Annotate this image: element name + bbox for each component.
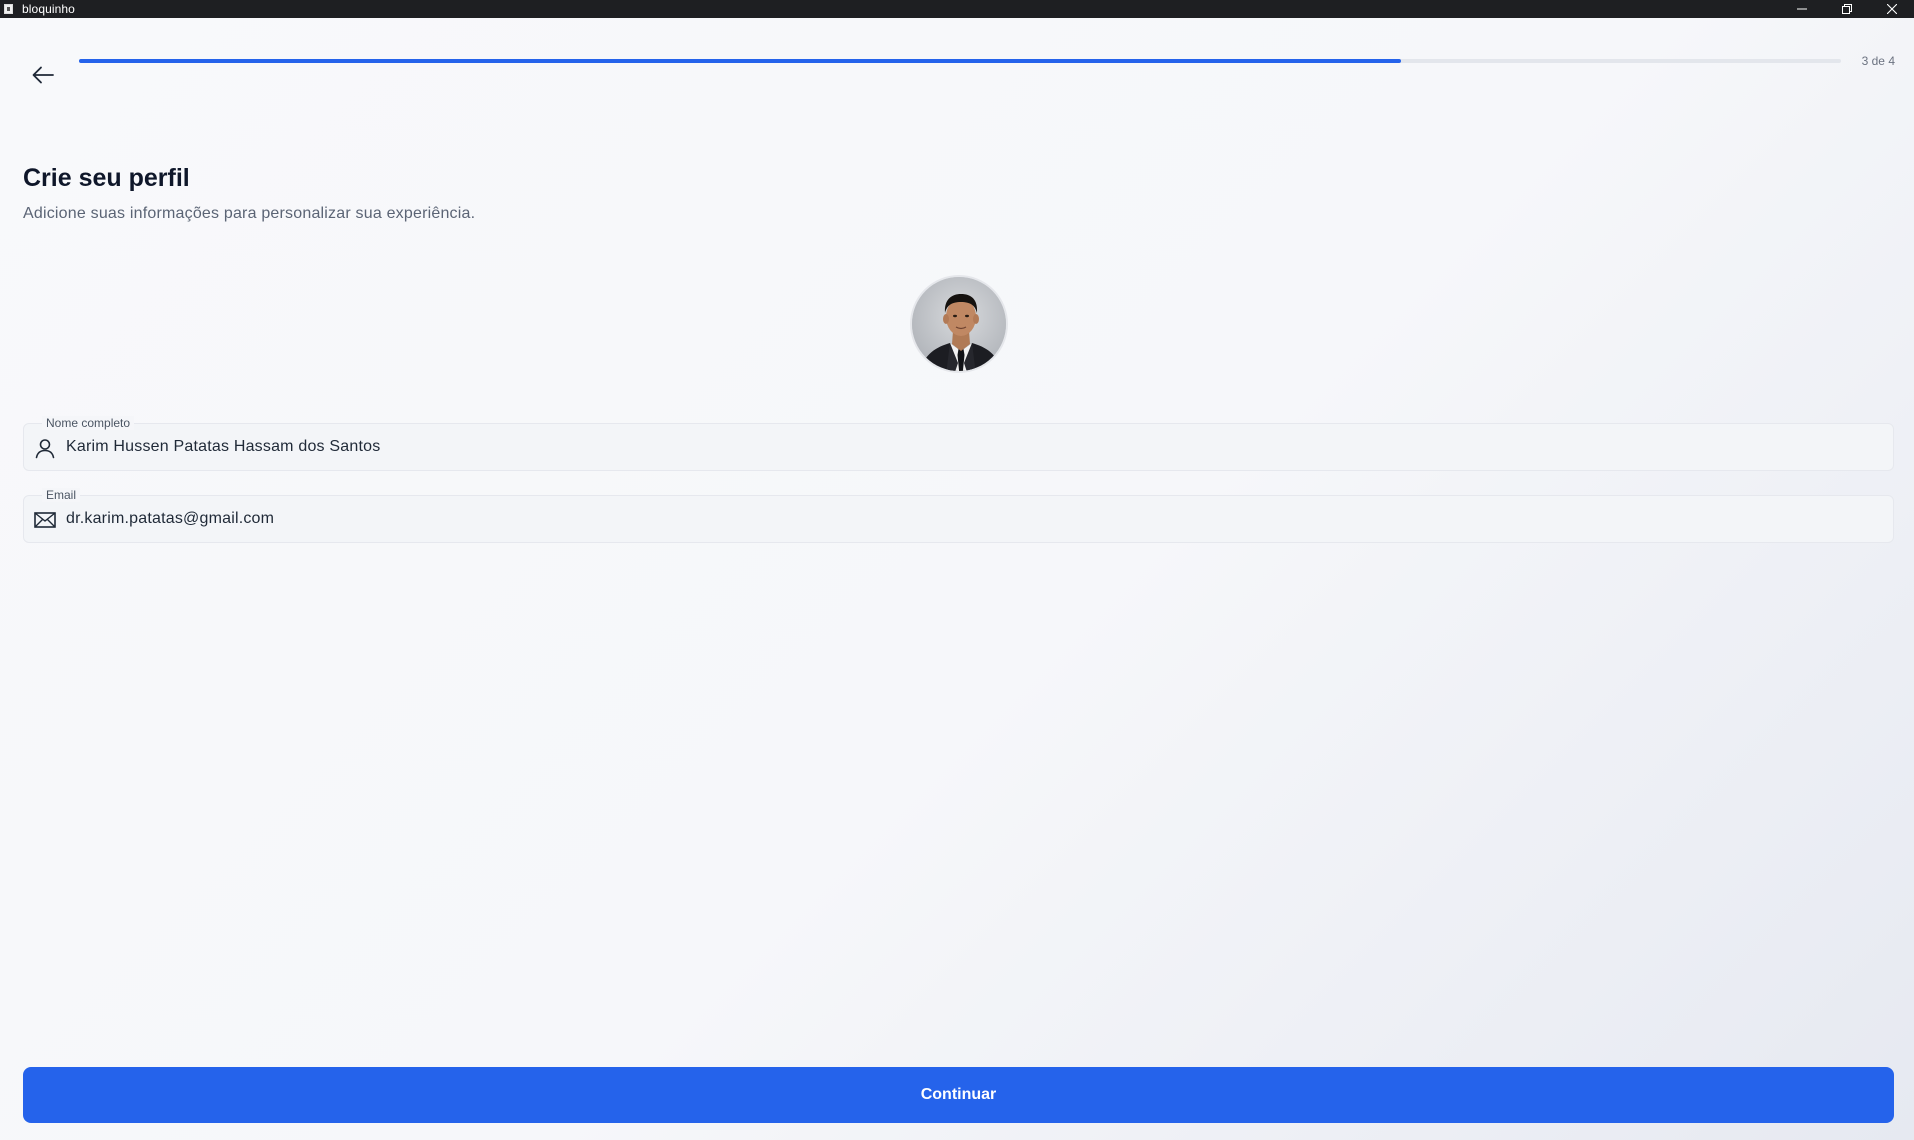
- user-icon: [33, 436, 57, 460]
- window-controls: [1779, 0, 1914, 18]
- avatar[interactable]: [910, 275, 1008, 373]
- app-icon: [4, 4, 13, 14]
- name-field: Nome completo: [23, 416, 1894, 471]
- step-indicator: 3 de 4: [1861, 54, 1895, 68]
- page-title: Crie seu perfil: [23, 164, 190, 192]
- app-content: 3 de 4 Crie seu perfil Adicione suas inf…: [0, 18, 1914, 1140]
- close-button[interactable]: [1869, 0, 1914, 18]
- progress-bar-fill: [79, 59, 1401, 63]
- restore-button[interactable]: [1824, 0, 1869, 18]
- back-button[interactable]: [30, 62, 56, 88]
- minimize-button[interactable]: [1779, 0, 1824, 18]
- email-field: Email: [23, 488, 1894, 543]
- name-input[interactable]: [66, 424, 1866, 470]
- progress-bar: [79, 59, 1841, 63]
- minimize-icon: [1796, 8, 1807, 10]
- profile-photo: [912, 277, 1006, 371]
- arrow-left-icon: [32, 66, 54, 84]
- mail-icon: [33, 508, 57, 532]
- window-titlebar: bloquinho: [0, 0, 1914, 18]
- email-input[interactable]: [66, 496, 1866, 542]
- close-icon: [1886, 4, 1897, 14]
- page-subtitle: Adicione suas informações para personali…: [23, 205, 476, 222]
- restore-icon: [1841, 4, 1852, 14]
- continue-button[interactable]: Continuar: [23, 1067, 1894, 1123]
- window-title: bloquinho: [22, 2, 75, 16]
